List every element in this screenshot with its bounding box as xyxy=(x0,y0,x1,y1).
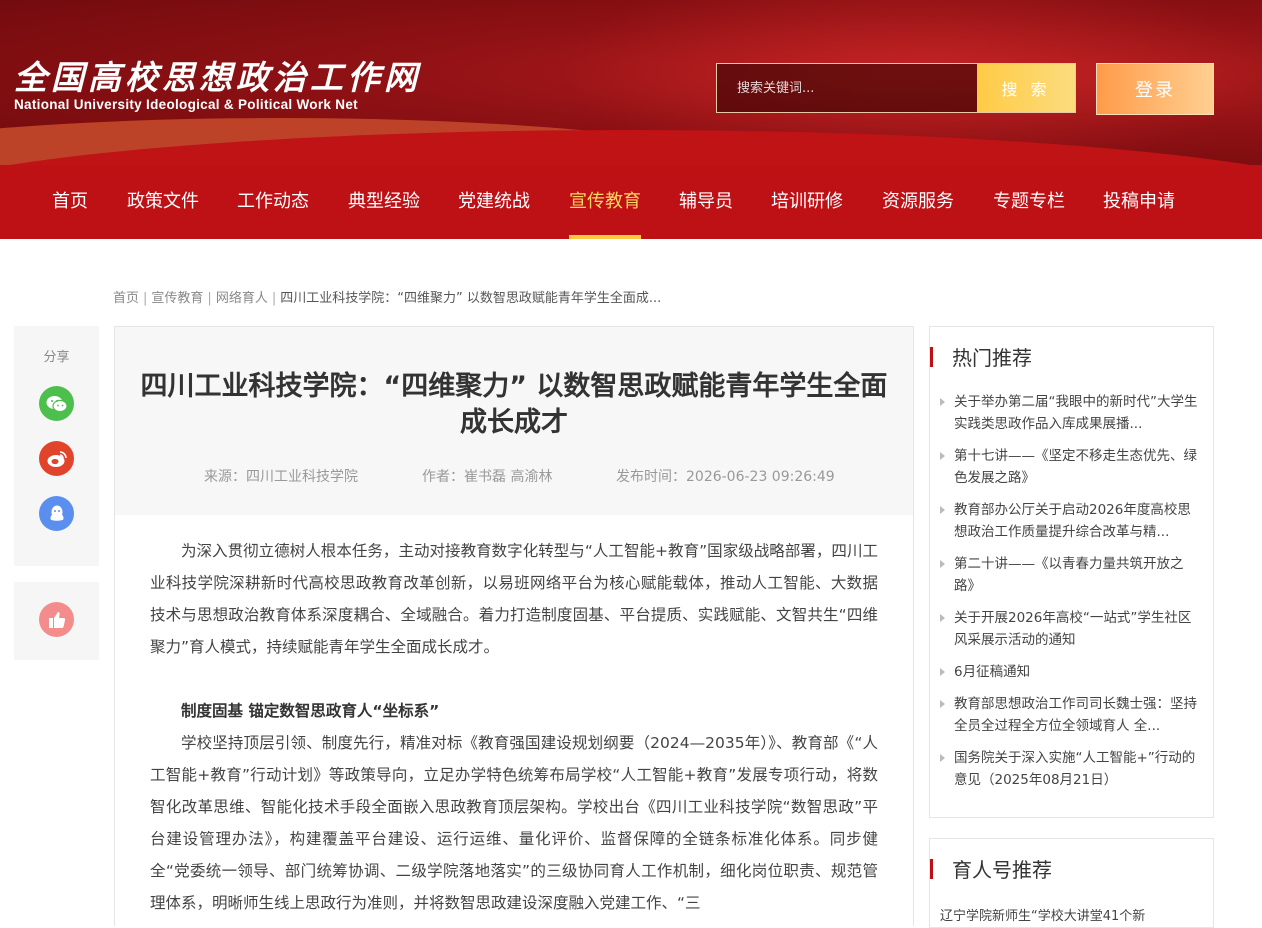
paragraph: 学校坚持顶层引领、制度先行，精准对标《教育强国建设规划纲要（2024—2035年… xyxy=(150,734,878,912)
hot-recommend-panel: 热门推荐 关于举办第二届“我眼中的新时代”大学生实践类思政作品入库成果展播...… xyxy=(929,326,1214,818)
list-item-text: 第十七讲——《坚定不移走生态优先、绿色发展之路》 xyxy=(954,448,1197,486)
breadcrumb-separator: | xyxy=(207,291,212,306)
thumbs-up-icon[interactable] xyxy=(39,602,74,637)
section-heading: 制度固基 锚定数智思政育人“坐标系” xyxy=(181,702,440,720)
search-input[interactable] xyxy=(717,64,977,112)
yuren-recommend-panel: 育人号推荐 辽宁学院新师生“学校大讲堂41个新 xyxy=(929,838,1214,928)
list-item-text: 6月征稿通知 xyxy=(954,664,1031,680)
article-time: 发布时间：2026-06-23 09:26:49 xyxy=(616,469,835,485)
nav-item-cases[interactable]: 典型经验 xyxy=(348,165,420,239)
nav-item-party[interactable]: 党建统战 xyxy=(458,165,530,239)
list-item[interactable]: 关于举办第二届“我眼中的新时代”大学生实践类思政作品入库成果展播... xyxy=(940,391,1201,435)
list-item[interactable]: 教育部思想政治工作司司长魏士强：坚持全员全过程全方位全领域育人 全... xyxy=(940,693,1201,737)
nav-item-policy[interactable]: 政策文件 xyxy=(127,165,199,239)
hot-recommend-title: 热门推荐 xyxy=(930,345,1032,371)
list-item[interactable]: 第二十讲——《以青春力量共筑开放之路》 xyxy=(940,553,1201,597)
site-header: 全国高校思想政治工作网 National University Ideologi… xyxy=(0,0,1262,165)
search-box: 搜 索 xyxy=(716,63,1076,113)
list-item-text: 国务院关于深入实施“人工智能+”行动的意见（2025年08月21日） xyxy=(954,750,1196,788)
main-nav: 首页 政策文件 工作动态 典型经验 党建统战 宣传教育 辅导员 培训研修 资源服… xyxy=(0,165,1262,239)
breadcrumb-current: 四川工业科技学院：“四维聚力” 以数智思政赋能青年学生全面成... xyxy=(280,291,662,306)
article-title: 四川工业科技学院：“四维聚力” 以数智思政赋能青年学生全面成长成才 xyxy=(140,371,888,438)
share-title: 分享 xyxy=(43,350,70,365)
article-author: 作者：崔书磊 高渝林 xyxy=(422,469,553,485)
yuren-snippet[interactable]: 辽宁学院新师生“学校大讲堂41个新 xyxy=(940,905,1200,924)
list-item-text: 教育部办公厅关于启动2026年度高校思想政治工作质量提升综合改革与精... xyxy=(954,502,1191,540)
weibo-icon[interactable] xyxy=(39,441,74,476)
yuren-recommend-title: 育人号推荐 xyxy=(930,857,1052,883)
breadcrumb-publicity[interactable]: 宣传教育 xyxy=(151,291,203,306)
wechat-icon[interactable] xyxy=(39,386,74,421)
nav-item-publicity[interactable]: 宣传教育 xyxy=(569,165,641,239)
nav-item-counselor[interactable]: 辅导员 xyxy=(679,165,733,239)
logo-en-text: National University Ideological & Politi… xyxy=(14,97,358,112)
breadcrumb: 首页 | 宣传教育 | 网络育人 | 四川工业科技学院：“四维聚力” 以数智思政赋能青年学生… xyxy=(113,287,661,306)
list-item[interactable]: 教育部办公厅关于启动2026年度高校思想政治工作质量提升综合改革与精... xyxy=(940,499,1201,543)
search-button[interactable]: 搜 索 xyxy=(977,64,1075,112)
list-item[interactable]: 第十七讲——《坚定不移走生态优先、绿色发展之路》 xyxy=(940,445,1201,489)
list-item-text: 关于举办第二届“我眼中的新时代”大学生实践类思政作品入库成果展播... xyxy=(954,394,1198,432)
paragraph: 为深入贯彻立德树人根本任务，主动对接教育数字化转型与“人工智能+教育”国家级战略… xyxy=(150,542,878,656)
login-button[interactable]: 登录 xyxy=(1096,63,1214,115)
breadcrumb-separator: | xyxy=(143,291,148,306)
article-body: 为深入贯彻立德树人根本任务，主动对接教育数字化转型与“人工智能+教育”国家级战略… xyxy=(115,515,913,919)
article: 四川工业科技学院：“四维聚力” 以数智思政赋能青年学生全面成长成才 来源：四川工… xyxy=(114,326,914,926)
article-header: 四川工业科技学院：“四维聚力” 以数智思政赋能青年学生全面成长成才 来源：四川工… xyxy=(115,327,913,515)
list-item-text: 关于开展2026年高校“一站式”学生社区风采展示活动的通知 xyxy=(954,610,1192,648)
qq-icon[interactable] xyxy=(39,496,74,531)
nav-item-training[interactable]: 培训研修 xyxy=(771,165,843,239)
breadcrumb-network[interactable]: 网络育人 xyxy=(216,291,268,306)
hot-list: 关于举办第二届“我眼中的新时代”大学生实践类思政作品入库成果展播... 第十七讲… xyxy=(940,391,1201,801)
nav-item-submit[interactable]: 投稿申请 xyxy=(1103,165,1175,239)
list-item-text: 第二十讲——《以青春力量共筑开放之路》 xyxy=(954,556,1184,594)
breadcrumb-home[interactable]: 首页 xyxy=(113,291,139,306)
logo-cn-text: 全国高校思想政治工作网 xyxy=(14,58,421,97)
share-panel: 分享 xyxy=(14,326,99,566)
list-item[interactable]: 6月征稿通知 xyxy=(940,661,1201,683)
breadcrumb-separator: | xyxy=(271,291,277,306)
nav-item-resources[interactable]: 资源服务 xyxy=(882,165,954,239)
nav-item-news[interactable]: 工作动态 xyxy=(237,165,309,239)
list-item[interactable]: 关于开展2026年高校“一站式”学生社区风采展示活动的通知 xyxy=(940,607,1201,651)
list-item[interactable]: 国务院关于深入实施“人工智能+”行动的意见（2025年08月21日） xyxy=(940,747,1201,791)
site-logo[interactable]: 全国高校思想政治工作网 National University Ideologi… xyxy=(14,58,421,113)
like-panel xyxy=(14,582,99,660)
list-item-text: 教育部思想政治工作司司长魏士强：坚持全员全过程全方位全领域育人 全... xyxy=(954,696,1197,734)
article-source: 来源：四川工业科技学院 xyxy=(204,469,358,485)
nav-item-home[interactable]: 首页 xyxy=(52,165,88,239)
nav-item-topics[interactable]: 专题专栏 xyxy=(993,165,1065,239)
